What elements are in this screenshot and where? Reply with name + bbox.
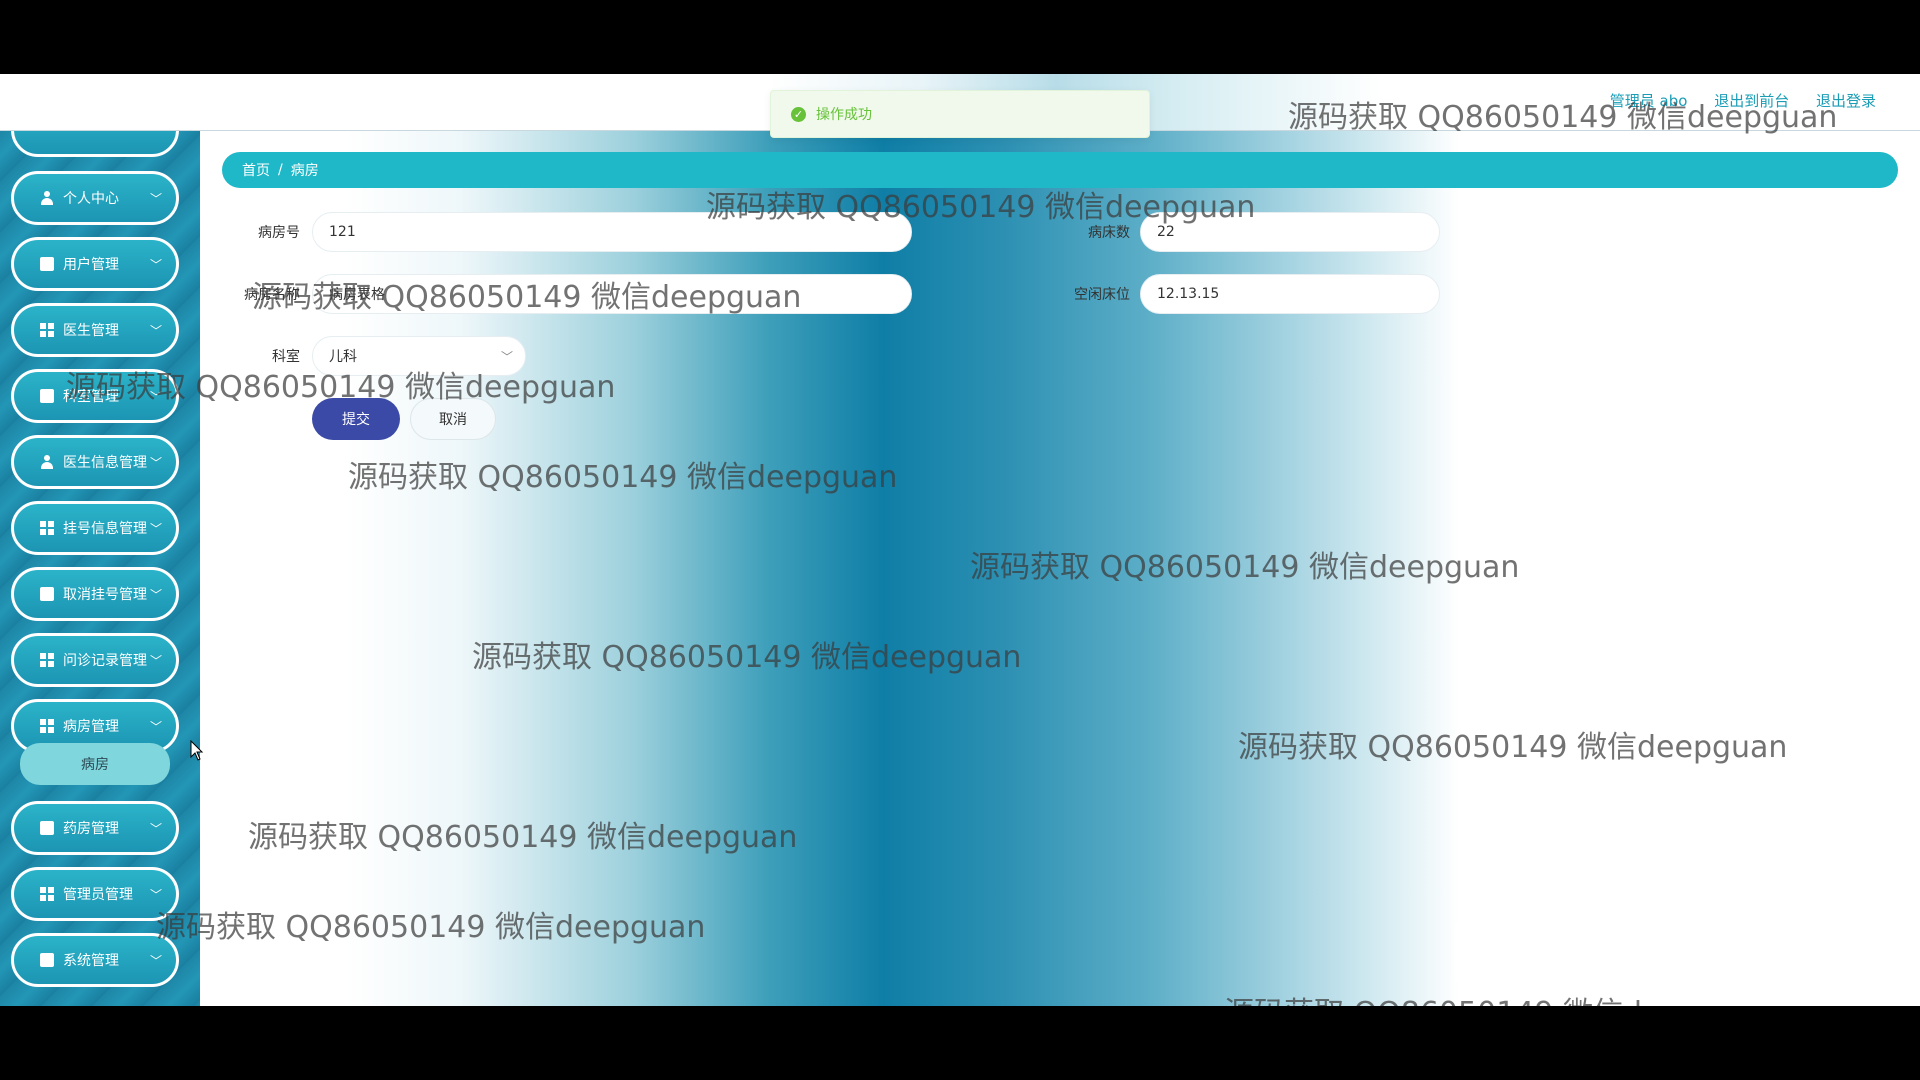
- breadcrumb-home[interactable]: 首页: [242, 160, 270, 180]
- play-logo-icon: [1454, 924, 1514, 984]
- user-icon: [40, 191, 54, 205]
- book-icon: [40, 953, 54, 967]
- app-screen: 管理员 abo 退出到前台 退出登录 个人中心 ﹀ 用户管理 ﹀ 医生管理 ﹀ …: [0, 74, 1920, 1006]
- sidebar: 个人中心 ﹀ 用户管理 ﹀ 医生管理 ﹀ 科室管理 ﹀ 医生信息管理 ﹀ 挂号信…: [0, 131, 200, 1006]
- free-beds-input[interactable]: 12.13.15: [1140, 274, 1440, 314]
- watermark: 源码获取 QQ86050149 微信deepguan: [1224, 988, 1773, 1006]
- chevron-down-icon: ﹀: [149, 258, 162, 272]
- success-toast: ✓ 操作成功: [770, 90, 1150, 138]
- chevron-up-icon: ﹀: [149, 720, 162, 734]
- sidebar-item-pharmacy[interactable]: 药房管理 ﹀: [11, 801, 179, 855]
- sidebar-item-label: 用户管理: [63, 257, 119, 273]
- clipboard-icon: [40, 389, 54, 403]
- toast-message: 操作成功: [816, 107, 872, 123]
- room-no-label: 病房号: [258, 225, 300, 241]
- thumb-icon: [40, 587, 54, 601]
- watermark: 源码获取 QQ86050149 微信deepguan: [472, 640, 1022, 675]
- watermark: 源码获取 QQ86050149 微信deepguan: [66, 370, 616, 405]
- mouse-cursor-icon: [190, 740, 204, 761]
- sidebar-item-label: 病房管理: [63, 719, 119, 735]
- grid-icon: [40, 323, 54, 337]
- chevron-down-icon: ﹀: [149, 456, 162, 470]
- watermark: 源码获取 QQ86050149 微信deepguan: [1288, 100, 1838, 135]
- check-circle-icon: ✓: [791, 106, 806, 122]
- watermark: 源码获取 QQ86050149 微信deepguan: [348, 460, 898, 495]
- chevron-down-icon: ﹀: [149, 954, 162, 968]
- sidebar-item-home[interactable]: [11, 131, 179, 157]
- sidebar-item-label: 问诊记录管理: [63, 653, 147, 669]
- chevron-down-icon: ﹀: [149, 822, 162, 836]
- sidebar-item-users[interactable]: 用户管理 ﹀: [11, 237, 179, 291]
- chevron-down-icon: ﹀: [149, 888, 162, 902]
- sidebar-item-label: 挂号信息管理: [63, 521, 147, 537]
- breadcrumb-current: 病房: [290, 163, 319, 179]
- grid-icon: [40, 719, 54, 733]
- breadcrumb-separator: /: [278, 162, 283, 178]
- chevron-down-icon: ﹀: [149, 192, 162, 206]
- briefcase-icon: [40, 257, 54, 271]
- chevron-down-icon: ﹀: [149, 522, 162, 536]
- sidebar-item-admins[interactable]: 管理员管理 ﹀: [11, 867, 179, 921]
- sidebar-item-label: 医生管理: [63, 323, 119, 339]
- chevron-down-icon: ﹀: [149, 654, 162, 668]
- watermark: 源码获取 QQ86050149 微信deepguan: [156, 910, 706, 945]
- sidebar-item-label: 系统管理: [63, 953, 119, 969]
- sidebar-item-label: 取消挂号管理: [63, 587, 147, 603]
- free-beds-label: 空闲床位: [1074, 287, 1130, 303]
- watermark: 源码获取 QQ86050149 微信deepguan: [706, 190, 1256, 225]
- sidebar-item-personal-center[interactable]: 个人中心 ﹀: [11, 171, 179, 225]
- sidebar-item-consultation-records[interactable]: 问诊记录管理 ﹀: [11, 633, 179, 687]
- watermark: 源码获取 QQ86050149 微信deepguan: [1238, 730, 1788, 765]
- grid-icon: [40, 653, 54, 667]
- grid-icon: [40, 887, 54, 901]
- watermark: 源码获取 QQ86050149 微信deepguan: [252, 280, 802, 315]
- sidebar-item-system[interactable]: 系统管理 ﹀: [11, 933, 179, 987]
- user-icon: [40, 455, 54, 469]
- sidebar-item-doctor-info[interactable]: 医生信息管理 ﹀: [11, 435, 179, 489]
- chevron-down-icon: ﹀: [149, 588, 162, 602]
- sidebar-item-cancel-registration[interactable]: 取消挂号管理 ﹀: [11, 567, 179, 621]
- watermark: 源码获取 QQ86050149 微信deepguan: [248, 820, 798, 855]
- chevron-down-icon: ﹀: [149, 324, 162, 338]
- sidebar-item-label: 医生信息管理: [63, 455, 147, 471]
- watermark: 源码获取 QQ86050149 微信deepguan: [970, 550, 1520, 585]
- sidebar-subitem-ward[interactable]: 病房: [20, 743, 170, 785]
- grid-icon: [40, 521, 54, 535]
- sidebar-item-doctors[interactable]: 医生管理 ﹀: [11, 303, 179, 357]
- sidebar-item-label: 药房管理: [63, 821, 119, 837]
- sidebar-item-label: 个人中心: [63, 191, 119, 207]
- ticket-icon: [40, 821, 54, 835]
- sidebar-item-label: 管理员管理: [63, 887, 133, 903]
- sidebar-item-registration[interactable]: 挂号信息管理 ﹀: [11, 501, 179, 555]
